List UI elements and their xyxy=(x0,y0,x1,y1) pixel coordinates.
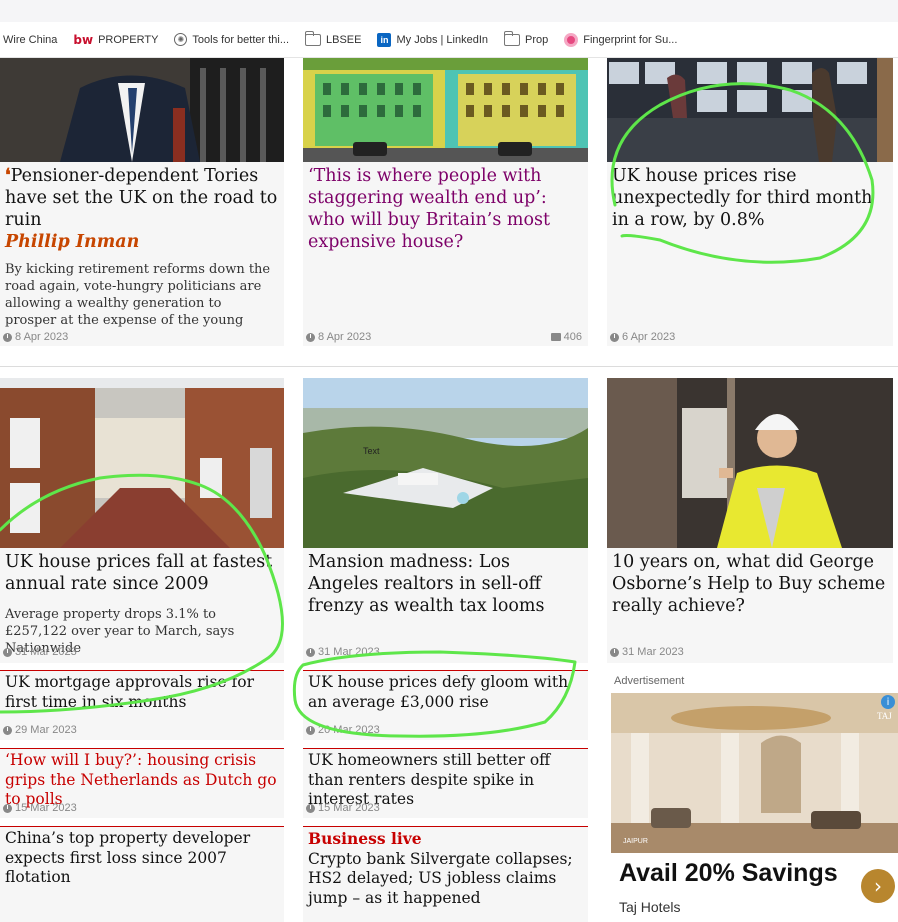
article-headline[interactable]: UK house prices defy gloom with an avera… xyxy=(308,673,582,712)
article-card-homeowners[interactable]: UK homeowners still better off than rent… xyxy=(303,748,588,818)
clock-icon xyxy=(610,332,619,342)
article-timestamp: 20 Mar 2023 xyxy=(306,724,380,736)
image-text-overlay: Text xyxy=(363,446,380,456)
bookmark-fingerprint[interactable]: Fingerprint for Su... xyxy=(564,32,678,47)
article-headline[interactable]: UK mortgage approvals rise for first tim… xyxy=(5,673,278,712)
article-image xyxy=(303,58,588,162)
clock-icon xyxy=(3,725,12,735)
ad-info-icon[interactable]: i xyxy=(881,695,895,709)
clock-icon xyxy=(3,647,12,657)
bookmark-label: My Jobs | LinkedIn xyxy=(396,33,488,46)
bookmark-prop[interactable]: Prop xyxy=(504,30,549,46)
article-timestamp: 29 Mar 2023 xyxy=(3,724,77,736)
bookmark-label: PROPERTY xyxy=(98,33,159,46)
article-timestamp: 8 Apr 2023 xyxy=(306,331,371,343)
clock-icon xyxy=(610,647,619,657)
article-timestamp: 15 Mar 2023 xyxy=(3,802,77,814)
article-card-expensive-house[interactable]: ‘This is where people with staggering we… xyxy=(303,58,588,346)
article-headline[interactable]: UK house prices fall at fastest annual r… xyxy=(5,551,278,595)
advertisement-label: Advertisement xyxy=(614,675,685,687)
article-headline[interactable]: UK house prices rise unexpectedly for th… xyxy=(612,165,887,231)
bookmark-tools[interactable]: ✺ Tools for better thi... xyxy=(174,33,289,46)
article-headline[interactable]: UK homeowners still better off than rent… xyxy=(308,751,582,810)
folder-icon xyxy=(305,30,322,46)
article-headline[interactable]: Business live Crypto bank Silvergate col… xyxy=(308,829,582,908)
article-image xyxy=(607,58,893,162)
ad-brand: Taj Hotels xyxy=(619,899,681,915)
article-card-prices-rise[interactable]: UK house prices rise unexpectedly for th… xyxy=(607,58,893,346)
bw-logo-icon: bw xyxy=(73,32,94,47)
bookmark-label: Wire China xyxy=(3,33,58,46)
clock-icon xyxy=(306,803,315,813)
article-byline[interactable]: Phillip Inman xyxy=(5,231,278,253)
article-headline[interactable]: ❛Pensioner-dependent Tories have set the… xyxy=(5,165,278,231)
article-card-netherlands[interactable]: ‘How will I buy?’: housing crisis grips … xyxy=(0,748,284,818)
article-headline[interactable]: 10 years on, what did George Osborne’s H… xyxy=(612,551,887,617)
article-image xyxy=(0,58,284,162)
article-card-mansion-madness[interactable]: Text Mansion madness: Los Angeles realto… xyxy=(303,378,588,663)
clock-icon xyxy=(3,803,12,813)
article-card-prices-fall[interactable]: UK house prices fall at fastest annual r… xyxy=(0,378,284,663)
chevron-right-icon[interactable]: › xyxy=(861,869,895,903)
ad-headline[interactable]: Avail 20% Savings xyxy=(619,859,838,888)
article-standfirst: By kicking retirement reforms down the r… xyxy=(5,262,271,328)
bookmark-label: Fingerprint for Su... xyxy=(583,33,678,46)
article-image: Text xyxy=(303,378,588,548)
bookmark-lbsee[interactable]: LBSEE xyxy=(305,30,362,46)
article-timestamp: 31 Mar 2023 xyxy=(306,646,380,658)
article-timestamp: 31 Mar 2023 xyxy=(610,646,684,658)
ad-location: JAIPUR xyxy=(623,838,648,845)
article-headline[interactable]: China’s top property developer expects f… xyxy=(5,829,278,888)
article-image xyxy=(607,378,893,548)
article-timestamp: 8 Apr 2023 xyxy=(3,331,68,343)
bookmarks-bar: Wire China bw PROPERTY ✺ Tools for bette… xyxy=(0,22,898,58)
globe-icon: ✺ xyxy=(174,33,188,46)
article-timestamp: 6 Apr 2023 xyxy=(610,331,675,343)
comment-bubble-icon xyxy=(550,333,561,341)
ad-logo: TAJ xyxy=(877,711,892,721)
article-timestamp: 31 Mar 2023 xyxy=(3,646,77,658)
ad-image xyxy=(611,693,898,853)
article-headline[interactable]: ‘This is where people with staggering we… xyxy=(308,165,582,253)
linkedin-icon: in xyxy=(377,32,392,47)
advertisement-banner[interactable]: JAIPUR TAJ i Avail 20% Savings Taj Hotel… xyxy=(611,693,898,922)
clock-icon xyxy=(306,725,315,735)
article-image xyxy=(0,378,284,548)
bookmark-wire-china[interactable]: Wire China xyxy=(3,34,57,46)
article-card-business-live[interactable]: Business live Crypto bank Silvergate col… xyxy=(303,826,588,922)
article-card-mortgage-approvals[interactable]: UK mortgage approvals rise for first tim… xyxy=(0,670,284,740)
clock-icon xyxy=(3,332,12,342)
article-headline[interactable]: ‘How will I buy?’: housing crisis grips … xyxy=(5,751,278,810)
article-kicker: Business live xyxy=(308,829,422,848)
article-card-defy-gloom[interactable]: UK house prices defy gloom with an avera… xyxy=(303,670,588,740)
bookmark-linkedin[interactable]: in My Jobs | LinkedIn xyxy=(377,32,488,47)
article-card-help-to-buy[interactable]: 10 years on, what did George Osborne’s H… xyxy=(607,378,893,663)
clock-icon xyxy=(306,647,315,657)
clock-icon xyxy=(306,332,315,342)
bookmark-property[interactable]: bw PROPERTY xyxy=(73,33,158,47)
row-divider xyxy=(0,366,898,367)
bookmark-label: Prop xyxy=(525,33,549,46)
article-card-pensioner-tories[interactable]: ❛Pensioner-dependent Tories have set the… xyxy=(0,58,284,346)
browser-top-strip xyxy=(0,0,898,22)
article-card-china-developer[interactable]: China’s top property developer expects f… xyxy=(0,826,284,922)
article-headline[interactable]: Mansion madness: Los Angeles realtors in… xyxy=(308,551,582,617)
article-timestamp: 15 Mar 2023 xyxy=(306,802,380,814)
fingerprint-icon xyxy=(564,32,579,47)
bookmark-label: Tools for better thi... xyxy=(192,33,290,46)
bookmark-label: LBSEE xyxy=(326,33,362,46)
comment-count[interactable]: 406 xyxy=(550,331,582,343)
folder-icon xyxy=(504,30,520,46)
